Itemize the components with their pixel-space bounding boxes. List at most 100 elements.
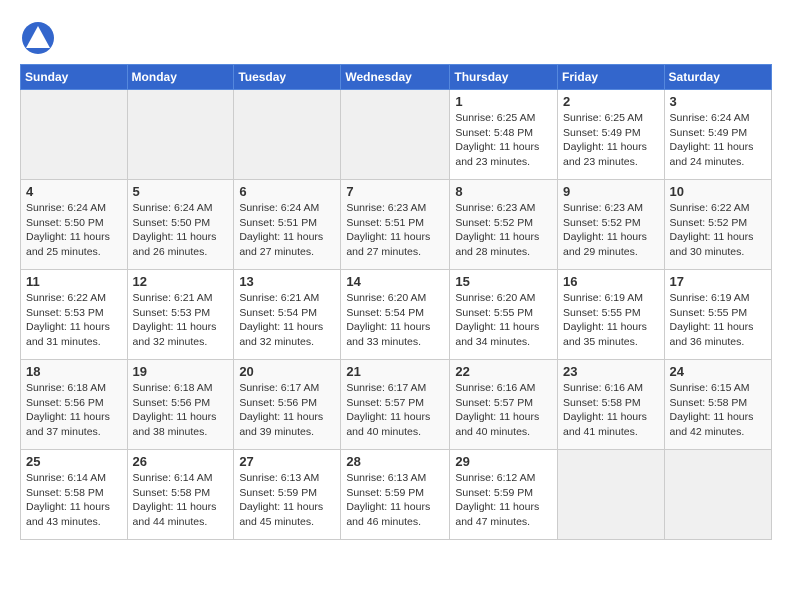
calendar-cell: 22Sunrise: 6:16 AM Sunset: 5:57 PM Dayli…	[450, 360, 558, 450]
calendar-cell: 10 Sunrise: 6:22 AM Sunset: 5:52 PM Dayli…	[664, 180, 771, 270]
day-number: 9	[563, 184, 659, 199]
calendar-week-row: 25 Sunrise: 6:14 AM Sunset: 5:58 PM Dayli…	[21, 450, 772, 540]
day-info: Sunrise: 6:20 AM Sunset: 5:54 PM Dayligh…	[346, 292, 430, 348]
day-info: Sunrise: 6:18 AM Sunset: 5:56 PM Dayligh…	[133, 382, 217, 438]
calendar-cell: 2 Sunrise: 6:25 AM Sunset: 5:49 PM Daylig…	[558, 90, 665, 180]
calendar-cell	[21, 90, 128, 180]
day-info: Sunrise: 6:16 AM Sunset: 5:58 PM Dayligh…	[563, 382, 647, 438]
calendar-cell: 11 Sunrise: 6:22 AM Sunset: 5:53 PM Dayli…	[21, 270, 128, 360]
calendar-week-row: 18 Sunrise: 6:18 AM Sunset: 5:56 PM Dayli…	[21, 360, 772, 450]
day-number: 1	[455, 94, 552, 109]
day-number: 11	[26, 274, 122, 289]
calendar-cell	[234, 90, 341, 180]
calendar-cell: 15Sunrise: 6:20 AM Sunset: 5:55 PM Dayli…	[450, 270, 558, 360]
calendar-cell	[341, 90, 450, 180]
day-info: Sunrise: 6:24 AM Sunset: 5:50 PM Dayligh…	[133, 202, 217, 258]
day-info: Sunrise: 6:24 AM Sunset: 5:49 PM Dayligh…	[670, 112, 754, 168]
calendar-cell	[558, 450, 665, 540]
day-header-monday: Monday	[127, 65, 234, 90]
day-info: Sunrise: 6:15 AM Sunset: 5:58 PM Dayligh…	[670, 382, 754, 438]
day-number: 10	[670, 184, 766, 199]
day-number: 12	[133, 274, 229, 289]
calendar-cell: 4 Sunrise: 6:24 AM Sunset: 5:50 PM Daylig…	[21, 180, 128, 270]
calendar-cell: 7Sunrise: 6:23 AM Sunset: 5:51 PM Daylig…	[341, 180, 450, 270]
day-info: Sunrise: 6:22 AM Sunset: 5:53 PM Dayligh…	[26, 292, 110, 348]
day-number: 5	[133, 184, 229, 199]
day-info: Sunrise: 6:25 AM Sunset: 5:48 PM Dayligh…	[455, 112, 539, 168]
day-number: 2	[563, 94, 659, 109]
day-header-wednesday: Wednesday	[341, 65, 450, 90]
calendar-cell: 27 Sunrise: 6:13 AM Sunset: 5:59 PM Dayli…	[234, 450, 341, 540]
calendar-cell: 25 Sunrise: 6:14 AM Sunset: 5:58 PM Dayli…	[21, 450, 128, 540]
day-info: Sunrise: 6:19 AM Sunset: 5:55 PM Dayligh…	[670, 292, 754, 348]
day-info: Sunrise: 6:19 AM Sunset: 5:55 PM Dayligh…	[563, 292, 647, 348]
day-number: 26	[133, 454, 229, 469]
calendar-week-row: 4 Sunrise: 6:24 AM Sunset: 5:50 PM Daylig…	[21, 180, 772, 270]
day-number: 29	[455, 454, 552, 469]
day-number: 8	[455, 184, 552, 199]
calendar-cell: 12 Sunrise: 6:21 AM Sunset: 5:53 PM Dayli…	[127, 270, 234, 360]
calendar-week-row: 1 Sunrise: 6:25 AM Sunset: 5:48 PM Daylig…	[21, 90, 772, 180]
day-header-tuesday: Tuesday	[234, 65, 341, 90]
day-number: 15	[455, 274, 552, 289]
day-number: 4	[26, 184, 122, 199]
day-info: Sunrise: 6:14 AM Sunset: 5:58 PM Dayligh…	[133, 472, 217, 528]
day-number: 20	[239, 364, 335, 379]
calendar-cell: 26 Sunrise: 6:14 AM Sunset: 5:58 PM Dayli…	[127, 450, 234, 540]
day-number: 17	[670, 274, 766, 289]
day-info: Sunrise: 6:24 AM Sunset: 5:51 PM Dayligh…	[239, 202, 323, 258]
calendar-cell: 17 Sunrise: 6:19 AM Sunset: 5:55 PM Dayli…	[664, 270, 771, 360]
calendar-cell	[127, 90, 234, 180]
calendar-week-row: 11 Sunrise: 6:22 AM Sunset: 5:53 PM Dayli…	[21, 270, 772, 360]
calendar-cell: 23Sunrise: 6:16 AM Sunset: 5:58 PM Dayli…	[558, 360, 665, 450]
day-number: 21	[346, 364, 444, 379]
calendar-cell: 1 Sunrise: 6:25 AM Sunset: 5:48 PM Daylig…	[450, 90, 558, 180]
day-number: 3	[670, 94, 766, 109]
header	[20, 16, 772, 56]
calendar-cell: 8 Sunrise: 6:23 AM Sunset: 5:52 PM Daylig…	[450, 180, 558, 270]
day-info: Sunrise: 6:21 AM Sunset: 5:54 PM Dayligh…	[239, 292, 323, 348]
calendar-table: SundayMondayTuesdayWednesdayThursdayFrid…	[20, 64, 772, 540]
calendar-cell: 6 Sunrise: 6:24 AM Sunset: 5:51 PM Daylig…	[234, 180, 341, 270]
day-number: 25	[26, 454, 122, 469]
calendar-header-row: SundayMondayTuesdayWednesdayThursdayFrid…	[21, 65, 772, 90]
day-info: Sunrise: 6:22 AM Sunset: 5:52 PM Dayligh…	[670, 202, 754, 258]
calendar-cell: 16 Sunrise: 6:19 AM Sunset: 5:55 PM Dayli…	[558, 270, 665, 360]
day-header-saturday: Saturday	[664, 65, 771, 90]
day-info: Sunrise: 6:14 AM Sunset: 5:58 PM Dayligh…	[26, 472, 110, 528]
calendar-cell: 14 Sunrise: 6:20 AM Sunset: 5:54 PM Dayli…	[341, 270, 450, 360]
calendar-cell: 21Sunrise: 6:17 AM Sunset: 5:57 PM Dayli…	[341, 360, 450, 450]
calendar-cell	[664, 450, 771, 540]
day-info: Sunrise: 6:23 AM Sunset: 5:52 PM Dayligh…	[455, 202, 539, 258]
day-info: Sunrise: 6:21 AM Sunset: 5:53 PM Dayligh…	[133, 292, 217, 348]
day-number: 22	[455, 364, 552, 379]
day-info: Sunrise: 6:13 AM Sunset: 5:59 PM Dayligh…	[239, 472, 323, 528]
day-info: Sunrise: 6:13 AM Sunset: 5:59 PM Dayligh…	[346, 472, 430, 528]
day-number: 27	[239, 454, 335, 469]
calendar-cell: 19 Sunrise: 6:18 AM Sunset: 5:56 PM Dayli…	[127, 360, 234, 450]
day-info: Sunrise: 6:25 AM Sunset: 5:49 PM Dayligh…	[563, 112, 647, 168]
day-number: 28	[346, 454, 444, 469]
calendar-cell: 9 Sunrise: 6:23 AM Sunset: 5:52 PM Daylig…	[558, 180, 665, 270]
day-header-friday: Friday	[558, 65, 665, 90]
day-number: 18	[26, 364, 122, 379]
calendar-cell: 5 Sunrise: 6:24 AM Sunset: 5:50 PM Daylig…	[127, 180, 234, 270]
day-info: Sunrise: 6:24 AM Sunset: 5:50 PM Dayligh…	[26, 202, 110, 258]
logo	[20, 20, 60, 56]
day-number: 24	[670, 364, 766, 379]
day-number: 14	[346, 274, 444, 289]
day-info: Sunrise: 6:12 AM Sunset: 5:59 PM Dayligh…	[455, 472, 539, 528]
calendar-cell: 3 Sunrise: 6:24 AM Sunset: 5:49 PM Daylig…	[664, 90, 771, 180]
day-number: 19	[133, 364, 229, 379]
day-header-sunday: Sunday	[21, 65, 128, 90]
day-number: 6	[239, 184, 335, 199]
day-number: 13	[239, 274, 335, 289]
day-info: Sunrise: 6:23 AM Sunset: 5:52 PM Dayligh…	[563, 202, 647, 258]
day-number: 16	[563, 274, 659, 289]
logo-icon	[20, 20, 56, 56]
day-number: 7	[346, 184, 444, 199]
day-info: Sunrise: 6:17 AM Sunset: 5:56 PM Dayligh…	[239, 382, 323, 438]
day-info: Sunrise: 6:18 AM Sunset: 5:56 PM Dayligh…	[26, 382, 110, 438]
calendar-cell: 28 Sunrise: 6:13 AM Sunset: 5:59 PM Dayli…	[341, 450, 450, 540]
calendar-cell: 18 Sunrise: 6:18 AM Sunset: 5:56 PM Dayli…	[21, 360, 128, 450]
